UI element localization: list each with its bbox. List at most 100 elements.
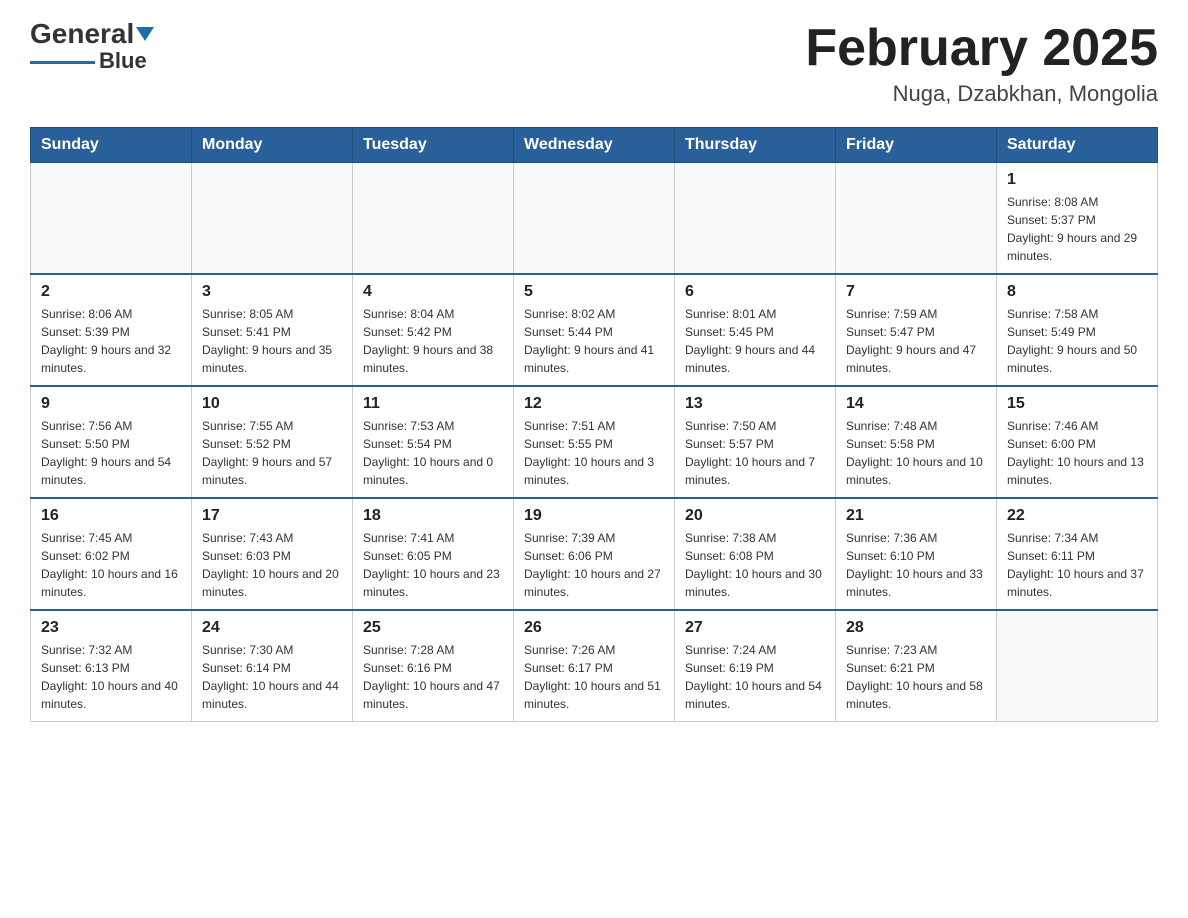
calendar-day-cell: 9 Sunrise: 7:56 AM Sunset: 5:50 PM Daylig… (31, 386, 192, 498)
day-number: 28 (846, 619, 986, 637)
calendar-day-cell: 5 Sunrise: 8:02 AM Sunset: 5:44 PM Daylig… (514, 274, 675, 386)
day-info: Sunrise: 8:04 AM Sunset: 5:42 PM Dayligh… (363, 305, 503, 377)
calendar-week-row: 9 Sunrise: 7:56 AM Sunset: 5:50 PM Daylig… (31, 386, 1158, 498)
day-info: Sunrise: 7:30 AM Sunset: 6:14 PM Dayligh… (202, 641, 342, 713)
day-info: Sunrise: 7:55 AM Sunset: 5:52 PM Dayligh… (202, 417, 342, 489)
calendar-day-cell (353, 163, 514, 275)
day-number: 10 (202, 395, 342, 413)
day-header-tuesday: Tuesday (353, 128, 514, 163)
day-info: Sunrise: 7:53 AM Sunset: 5:54 PM Dayligh… (363, 417, 503, 489)
calendar-week-row: 2 Sunrise: 8:06 AM Sunset: 5:39 PM Daylig… (31, 274, 1158, 386)
day-number: 22 (1007, 507, 1147, 525)
day-number: 8 (1007, 283, 1147, 301)
calendar-day-cell: 7 Sunrise: 7:59 AM Sunset: 5:47 PM Daylig… (836, 274, 997, 386)
day-number: 7 (846, 283, 986, 301)
day-header-saturday: Saturday (997, 128, 1158, 163)
calendar-day-cell: 18 Sunrise: 7:41 AM Sunset: 6:05 PM Dayli… (353, 498, 514, 610)
calendar-day-cell: 1 Sunrise: 8:08 AM Sunset: 5:37 PM Daylig… (997, 163, 1158, 275)
title-block: February 2025 Nuga, Dzabkhan, Mongolia (805, 20, 1158, 107)
day-number: 5 (524, 283, 664, 301)
day-number: 4 (363, 283, 503, 301)
calendar-day-cell: 2 Sunrise: 8:06 AM Sunset: 5:39 PM Daylig… (31, 274, 192, 386)
day-number: 13 (685, 395, 825, 413)
calendar-week-row: 16 Sunrise: 7:45 AM Sunset: 6:02 PM Dayli… (31, 498, 1158, 610)
day-header-thursday: Thursday (675, 128, 836, 163)
calendar-day-cell: 20 Sunrise: 7:38 AM Sunset: 6:08 PM Dayli… (675, 498, 836, 610)
day-number: 15 (1007, 395, 1147, 413)
day-header-sunday: Sunday (31, 128, 192, 163)
calendar-day-cell: 15Sunrise: 7:46 AM Sunset: 6:00 PM Dayli… (997, 386, 1158, 498)
day-number: 9 (41, 395, 181, 413)
day-info: Sunrise: 8:06 AM Sunset: 5:39 PM Dayligh… (41, 305, 181, 377)
day-number: 11 (363, 395, 503, 413)
day-number: 24 (202, 619, 342, 637)
day-number: 19 (524, 507, 664, 525)
calendar-day-cell: 21 Sunrise: 7:36 AM Sunset: 6:10 PM Dayli… (836, 498, 997, 610)
calendar-day-cell: 25 Sunrise: 7:28 AM Sunset: 6:16 PM Dayli… (353, 610, 514, 722)
day-info: Sunrise: 7:43 AM Sunset: 6:03 PM Dayligh… (202, 529, 342, 601)
day-header-friday: Friday (836, 128, 997, 163)
day-number: 1 (1007, 171, 1147, 189)
calendar-day-cell: 8 Sunrise: 7:58 AM Sunset: 5:49 PM Daylig… (997, 274, 1158, 386)
day-info: Sunrise: 7:41 AM Sunset: 6:05 PM Dayligh… (363, 529, 503, 601)
day-number: 16 (41, 507, 181, 525)
day-info: Sunrise: 7:38 AM Sunset: 6:08 PM Dayligh… (685, 529, 825, 601)
day-number: 25 (363, 619, 503, 637)
day-number: 26 (524, 619, 664, 637)
day-info: Sunrise: 7:32 AM Sunset: 6:13 PM Dayligh… (41, 641, 181, 713)
day-info: Sunrise: 7:36 AM Sunset: 6:10 PM Dayligh… (846, 529, 986, 601)
calendar-day-cell: 16 Sunrise: 7:45 AM Sunset: 6:02 PM Dayli… (31, 498, 192, 610)
day-number: 27 (685, 619, 825, 637)
calendar-week-row: 1 Sunrise: 8:08 AM Sunset: 5:37 PM Daylig… (31, 163, 1158, 275)
calendar-day-cell (836, 163, 997, 275)
calendar-day-cell: 19 Sunrise: 7:39 AM Sunset: 6:06 PM Dayli… (514, 498, 675, 610)
calendar-day-cell: 27Sunrise: 7:24 AM Sunset: 6:19 PM Dayli… (675, 610, 836, 722)
logo-blue-text: Blue (99, 50, 147, 72)
calendar-day-cell: 10 Sunrise: 7:55 AM Sunset: 5:52 PM Dayli… (192, 386, 353, 498)
calendar-day-cell: 4 Sunrise: 8:04 AM Sunset: 5:42 PM Daylig… (353, 274, 514, 386)
calendar-day-cell: 12Sunrise: 7:51 AM Sunset: 5:55 PM Dayli… (514, 386, 675, 498)
logo-general-text: General (30, 20, 134, 48)
day-number: 20 (685, 507, 825, 525)
calendar-day-cell: 14 Sunrise: 7:48 AM Sunset: 5:58 PM Dayli… (836, 386, 997, 498)
day-info: Sunrise: 7:51 AM Sunset: 5:55 PM Dayligh… (524, 417, 664, 489)
day-info: Sunrise: 7:34 AM Sunset: 6:11 PM Dayligh… (1007, 529, 1147, 601)
day-info: Sunrise: 8:05 AM Sunset: 5:41 PM Dayligh… (202, 305, 342, 377)
logo: General Blue (30, 20, 154, 72)
calendar-day-cell (675, 163, 836, 275)
day-info: Sunrise: 8:08 AM Sunset: 5:37 PM Dayligh… (1007, 193, 1147, 265)
day-number: 14 (846, 395, 986, 413)
day-info: Sunrise: 7:26 AM Sunset: 6:17 PM Dayligh… (524, 641, 664, 713)
calendar-day-cell (514, 163, 675, 275)
day-info: Sunrise: 7:56 AM Sunset: 5:50 PM Dayligh… (41, 417, 181, 489)
day-info: Sunrise: 8:02 AM Sunset: 5:44 PM Dayligh… (524, 305, 664, 377)
calendar-day-cell: 24 Sunrise: 7:30 AM Sunset: 6:14 PM Dayli… (192, 610, 353, 722)
calendar-day-cell: 6Sunrise: 8:01 AM Sunset: 5:45 PM Daylig… (675, 274, 836, 386)
calendar-week-row: 23 Sunrise: 7:32 AM Sunset: 6:13 PM Dayli… (31, 610, 1158, 722)
day-number: 23 (41, 619, 181, 637)
day-info: Sunrise: 7:28 AM Sunset: 6:16 PM Dayligh… (363, 641, 503, 713)
calendar-day-cell (997, 610, 1158, 722)
day-info: Sunrise: 7:39 AM Sunset: 6:06 PM Dayligh… (524, 529, 664, 601)
day-info: Sunrise: 7:59 AM Sunset: 5:47 PM Dayligh… (846, 305, 986, 377)
calendar-day-cell (192, 163, 353, 275)
calendar-day-cell: 28Sunrise: 7:23 AM Sunset: 6:21 PM Dayli… (836, 610, 997, 722)
calendar-day-cell: 11 Sunrise: 7:53 AM Sunset: 5:54 PM Dayli… (353, 386, 514, 498)
day-number: 18 (363, 507, 503, 525)
day-number: 3 (202, 283, 342, 301)
day-info: Sunrise: 7:45 AM Sunset: 6:02 PM Dayligh… (41, 529, 181, 601)
calendar-day-cell: 13 Sunrise: 7:50 AM Sunset: 5:57 PM Dayli… (675, 386, 836, 498)
day-header-monday: Monday (192, 128, 353, 163)
day-info: Sunrise: 7:48 AM Sunset: 5:58 PM Dayligh… (846, 417, 986, 489)
day-header-wednesday: Wednesday (514, 128, 675, 163)
day-number: 21 (846, 507, 986, 525)
page-title: February 2025 (805, 20, 1158, 77)
calendar-day-cell: 3 Sunrise: 8:05 AM Sunset: 5:41 PM Daylig… (192, 274, 353, 386)
logo-line (30, 61, 95, 64)
day-info: Sunrise: 8:01 AM Sunset: 5:45 PM Dayligh… (685, 305, 825, 377)
day-info: Sunrise: 7:58 AM Sunset: 5:49 PM Dayligh… (1007, 305, 1147, 377)
logo-triangle-icon (136, 27, 154, 41)
day-info: Sunrise: 7:50 AM Sunset: 5:57 PM Dayligh… (685, 417, 825, 489)
day-number: 2 (41, 283, 181, 301)
page-header: General Blue February 2025 Nuga, Dzabkha… (30, 20, 1158, 107)
